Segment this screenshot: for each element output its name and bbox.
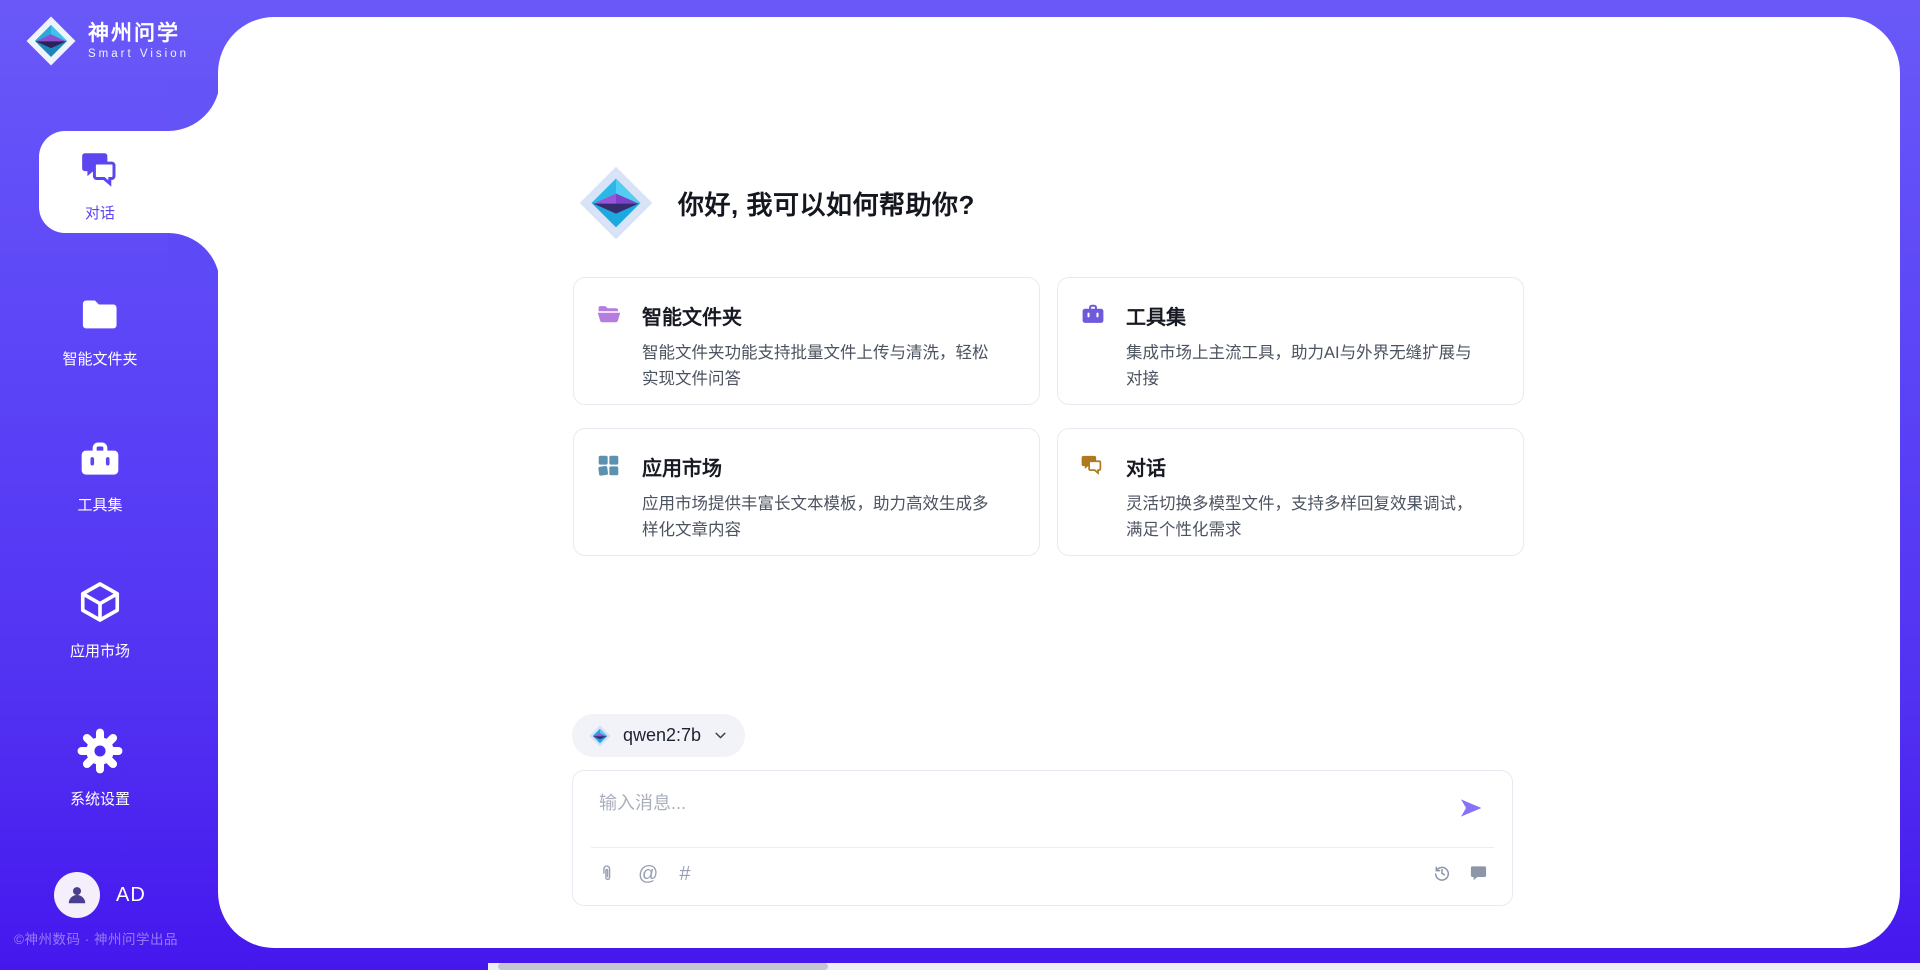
grid-icon [596, 453, 622, 478]
app-root: 神州问学 Smart Vision 对话 智能文件夹 [0, 0, 1920, 970]
card-title: 对话 [1126, 452, 1485, 481]
brand-diamond-icon [24, 14, 78, 68]
sidebar-item-smart-folder[interactable]: 智能文件夹 [30, 294, 170, 369]
avatar [54, 872, 100, 918]
person-icon [64, 882, 90, 908]
briefcase-icon [1080, 302, 1106, 326]
copyright-footer: ©神州数码 · 神州问学出品 [14, 928, 178, 948]
model-selector[interactable]: qwen2:7b [572, 714, 745, 757]
card-chat[interactable]: 对话 灵活切换多模型文件，支持多样回复效果调试，满足个性化需求 [1057, 428, 1524, 556]
sidebar-item-settings[interactable]: 系统设置 [30, 728, 170, 809]
folder-icon [78, 294, 122, 334]
paperclip-icon[interactable] [597, 863, 617, 885]
sidebar-item-toolset[interactable]: 工具集 [30, 438, 170, 515]
sidebar-item-chat[interactable]: 对话 [39, 131, 220, 233]
card-title: 工具集 [1126, 301, 1485, 330]
message-composer: @ # [572, 770, 1513, 906]
gear-icon [77, 728, 123, 774]
tab-fillet-top [168, 79, 220, 131]
tab-fillet-bottom [168, 233, 220, 285]
app-title: 神州问学 [88, 22, 180, 45]
card-app-market[interactable]: 应用市场 应用市场提供丰富长文本模板，助力高效生成多样化文章内容 [573, 428, 1040, 556]
model-name: qwen2:7b [623, 725, 701, 746]
card-description: 灵活切换多模型文件，支持多样回复效果调试，满足个性化需求 [1126, 491, 1485, 543]
greeting-block: 你好, 我可以如何帮助你? [576, 163, 975, 243]
sidebar-item-label: 对话 [30, 202, 170, 223]
message-input[interactable] [597, 787, 1431, 839]
chat-bubbles-icon [1080, 453, 1106, 477]
brand-diamond-icon [576, 163, 656, 243]
scrollbar-thumb[interactable] [498, 963, 828, 970]
sidebar-item-label: 应用市场 [30, 640, 170, 661]
card-description: 智能文件夹功能支持批量文件上传与清洗，轻松实现文件问答 [642, 340, 1001, 392]
send-icon[interactable] [1458, 795, 1484, 821]
horizontal-scrollbar[interactable] [488, 963, 1920, 970]
card-description: 集成市场上主流工具，助力AI与外界无缝扩展与对接 [1126, 340, 1485, 392]
feature-cards: 智能文件夹 智能文件夹功能支持批量文件上传与清洗，轻松实现文件问答 工具集 集成… [573, 277, 1524, 556]
card-title: 应用市场 [642, 452, 1001, 481]
hashtag-icon[interactable]: # [679, 864, 690, 884]
sidebar-item-label: 工具集 [30, 494, 170, 515]
sidebar-item-label: 系统设置 [30, 788, 170, 809]
sidebar-item-app-market[interactable]: 应用市场 [30, 578, 170, 661]
chevron-down-icon [712, 727, 729, 744]
app-subtitle: Smart Vision [88, 48, 189, 60]
chat-bubbles-icon [79, 148, 121, 190]
user-initials: AD [116, 884, 146, 907]
cube-icon [77, 578, 123, 626]
card-description: 应用市场提供丰富长文本模板，助力高效生成多样化文章内容 [642, 491, 1001, 543]
card-smart-folder[interactable]: 智能文件夹 智能文件夹功能支持批量文件上传与清洗，轻松实现文件问答 [573, 277, 1040, 405]
briefcase-icon [77, 438, 123, 480]
card-title: 智能文件夹 [642, 301, 1001, 330]
composer-divider [591, 847, 1494, 848]
app-logo: 神州问学 Smart Vision [24, 14, 189, 68]
greeting-title: 你好, 我可以如何帮助你? [678, 185, 975, 222]
brand-diamond-icon [588, 724, 612, 748]
folder-open-icon [596, 302, 622, 326]
sidebar-item-label: 智能文件夹 [30, 348, 170, 369]
chat-bubble-icon[interactable] [1469, 864, 1488, 883]
user-profile[interactable]: AD [54, 872, 146, 918]
card-toolset[interactable]: 工具集 集成市场上主流工具，助力AI与外界无缝扩展与对接 [1057, 277, 1524, 405]
mention-icon[interactable]: @ [638, 864, 658, 884]
main-panel: 你好, 我可以如何帮助你? 智能文件夹 智能文件夹功能支持批量文件上传与清洗，轻… [218, 17, 1900, 948]
history-icon[interactable] [1432, 863, 1452, 883]
